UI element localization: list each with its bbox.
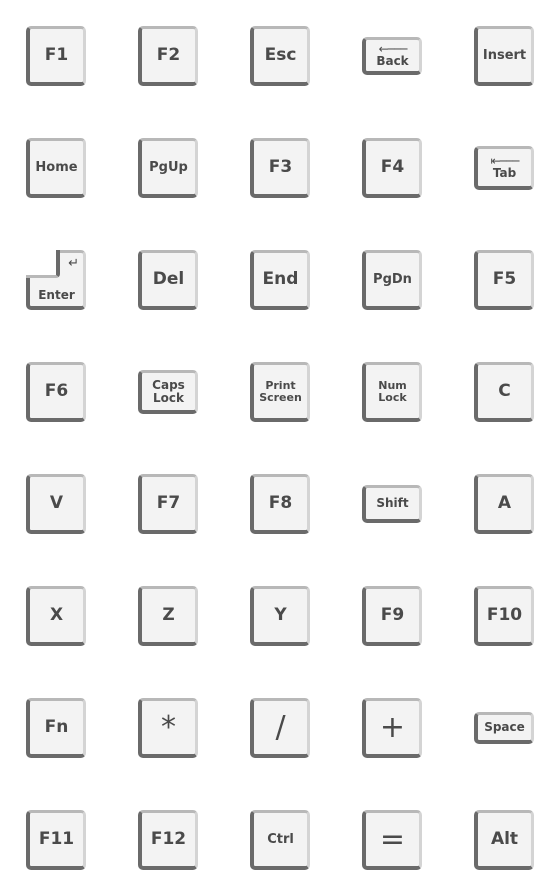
key-f12[interactable]: F12 xyxy=(138,810,198,870)
key-back[interactable]: ←─── Back xyxy=(362,37,422,75)
key-y[interactable]: Y xyxy=(250,586,310,646)
key-label: F5 xyxy=(492,268,517,289)
key-label: F4 xyxy=(380,156,405,177)
key-label: PgUp xyxy=(149,159,188,175)
key-num-lock[interactable]: Num Lock xyxy=(362,362,422,422)
key-home[interactable]: Home xyxy=(26,138,86,198)
key-end[interactable]: End xyxy=(250,250,310,310)
key-f6[interactable]: F6 xyxy=(26,362,86,422)
key-label: Del xyxy=(152,268,185,289)
key-label: F3 xyxy=(268,156,293,177)
key-z[interactable]: Z xyxy=(138,586,198,646)
key-pgdn[interactable]: PgDn xyxy=(362,250,422,310)
key-f8[interactable]: F8 xyxy=(250,474,310,534)
key-equals[interactable]: = xyxy=(362,810,422,870)
key-label: Alt xyxy=(490,828,519,849)
key-label: Home xyxy=(35,159,78,175)
key-label: Caps Lock xyxy=(152,377,185,405)
key-slash[interactable]: / xyxy=(250,698,310,758)
key-label: Z xyxy=(162,604,175,625)
key-label: Back xyxy=(376,54,409,69)
key-label: A xyxy=(497,492,512,513)
key-label: PgDn xyxy=(373,271,412,287)
key-label: = xyxy=(379,821,406,857)
key-f10[interactable]: F10 xyxy=(474,586,534,646)
key-label: Insert xyxy=(482,47,527,63)
key-caps-lock[interactable]: Caps Lock xyxy=(138,370,198,414)
key-f11[interactable]: F11 xyxy=(26,810,86,870)
key-asterisk[interactable]: * xyxy=(138,698,198,758)
key-ctrl[interactable]: Ctrl xyxy=(250,810,310,870)
key-label: F9 xyxy=(380,604,405,625)
key-label: Space xyxy=(484,720,525,735)
key-label: Fn xyxy=(44,716,69,737)
key-label: X xyxy=(49,604,64,625)
key-label: Num Lock xyxy=(378,378,407,404)
key-enter[interactable]: ↵ Enter xyxy=(26,250,86,310)
key-tab[interactable]: ⇤─── Tab xyxy=(474,146,534,190)
key-label: End xyxy=(262,268,299,289)
key-label: Print Screen xyxy=(259,378,302,404)
key-label: Tab xyxy=(492,166,517,181)
key-space[interactable]: Space xyxy=(474,712,534,744)
key-shift[interactable]: Shift xyxy=(362,485,422,523)
key-label: Ctrl xyxy=(267,831,294,847)
key-f3[interactable]: F3 xyxy=(250,138,310,198)
key-label: Shift xyxy=(376,496,409,511)
key-label: * xyxy=(161,709,176,745)
key-label: Y xyxy=(274,604,287,625)
key-c[interactable]: C xyxy=(474,362,534,422)
key-f4[interactable]: F4 xyxy=(362,138,422,198)
key-esc[interactable]: Esc xyxy=(250,26,310,86)
key-f9[interactable]: F9 xyxy=(362,586,422,646)
key-fn[interactable]: Fn xyxy=(26,698,86,758)
key-label: Esc xyxy=(264,44,297,65)
key-plus[interactable]: + xyxy=(362,698,422,758)
key-label: F10 xyxy=(486,604,523,625)
key-label: F11 xyxy=(38,828,75,849)
key-label: F7 xyxy=(156,492,181,513)
key-f7[interactable]: F7 xyxy=(138,474,198,534)
key-label: F12 xyxy=(150,828,187,849)
key-label: F1 xyxy=(44,44,69,65)
key-f1[interactable]: F1 xyxy=(26,26,86,86)
key-v[interactable]: V xyxy=(26,474,86,534)
key-print-screen[interactable]: Print Screen xyxy=(250,362,310,422)
key-x[interactable]: X xyxy=(26,586,86,646)
return-arrow-icon: ↵ xyxy=(68,256,79,271)
key-del[interactable]: Del xyxy=(138,250,198,310)
key-pgup[interactable]: PgUp xyxy=(138,138,198,198)
key-a[interactable]: A xyxy=(474,474,534,534)
enter-notch xyxy=(26,250,60,278)
key-insert[interactable]: Insert xyxy=(474,26,534,86)
key-alt[interactable]: Alt xyxy=(474,810,534,870)
key-label: V xyxy=(49,492,64,513)
key-label: F2 xyxy=(156,44,181,65)
key-label: F6 xyxy=(44,380,69,401)
key-label: F8 xyxy=(268,492,293,513)
key-label: Enter xyxy=(38,288,75,303)
key-label: C xyxy=(498,380,511,401)
key-f2[interactable]: F2 xyxy=(138,26,198,86)
key-label: + xyxy=(379,709,406,745)
key-f5[interactable]: F5 xyxy=(474,250,534,310)
key-label: / xyxy=(275,709,286,745)
